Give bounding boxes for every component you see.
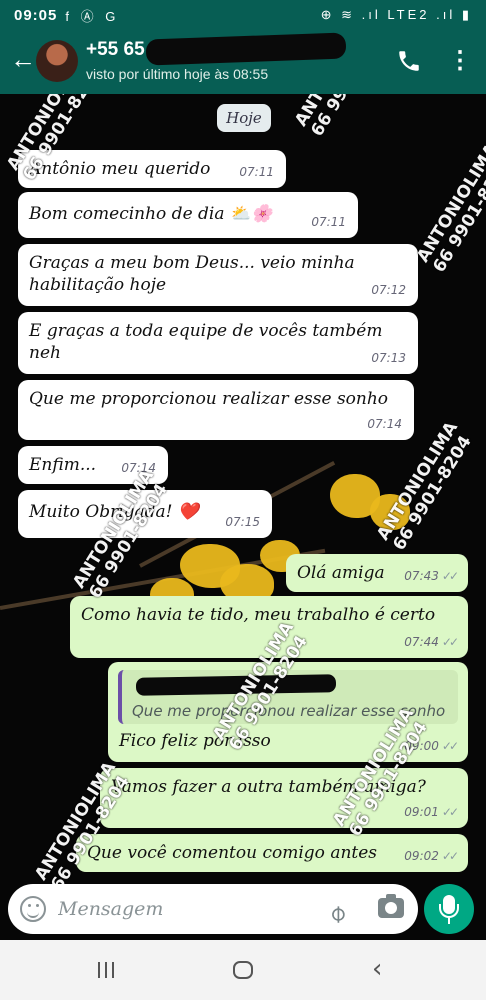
- emoji-icon[interactable]: [20, 896, 46, 922]
- back-arrow-icon[interactable]: ←: [8, 44, 38, 75]
- message-text: E graças a toda equipe de vocês também: [29, 321, 383, 341]
- read-receipt-icon: ✓✓: [441, 569, 459, 583]
- read-receipt-icon: ✓✓: [441, 805, 459, 819]
- message-text: Olá amiga: [297, 563, 385, 583]
- message-time: 07:12: [371, 283, 406, 297]
- message-text: Bom comecinho de dia: [29, 204, 225, 224]
- message-composer: ⌀: [0, 874, 486, 940]
- status-system-icons: ⊕ ≋ .ıl LTE2 .ıl ▮: [320, 7, 472, 22]
- message-text: Que me proporcionou realizar esse sonho: [29, 389, 389, 409]
- contact-name[interactable]: +55 65: [86, 39, 145, 61]
- status-notification-icons: f Ⓐ G: [65, 8, 120, 24]
- message-emoji: ❤️: [177, 502, 200, 522]
- date-chip: Hoje: [217, 104, 271, 132]
- read-receipt-icon: ✓✓: [441, 849, 459, 863]
- back-icon[interactable]: ‹: [372, 954, 382, 984]
- message-text: Graças a meu bom Deus... veio minha: [29, 253, 355, 273]
- message-time: 09:02: [404, 849, 439, 863]
- contact-last-seen: visto por último hoje às 08:55: [86, 66, 269, 82]
- message-time: 07:44: [404, 635, 439, 649]
- message-bubble-outgoing[interactable]: Olá amiga 07:43 ✓✓: [286, 554, 468, 592]
- message-time: 07:15: [225, 515, 260, 529]
- camera-icon[interactable]: [378, 894, 404, 918]
- message-bubble-incoming[interactable]: Que me proporcionou realizar esse sonho …: [18, 380, 414, 440]
- home-icon[interactable]: [233, 961, 253, 979]
- status-bar: 09:05 f Ⓐ G ⊕ ≋ .ıl LTE2 .ıl ▮: [0, 0, 486, 30]
- message-bubble-incoming[interactable]: Graças a meu bom Deus... veio minha habi…: [18, 244, 418, 306]
- message-time: 07:43: [404, 569, 439, 583]
- message-text: Antônio meu querido: [29, 159, 211, 179]
- chat-area[interactable]: Hoje Antônio meu querido 07:11 Bom comec…: [0, 94, 486, 940]
- message-bubble-incoming[interactable]: Antônio meu querido 07:11: [18, 150, 286, 188]
- message-time: 07:11: [311, 215, 346, 229]
- read-receipt-icon: ✓✓: [441, 739, 459, 753]
- message-input[interactable]: [58, 894, 308, 924]
- message-time: 07:13: [371, 351, 406, 365]
- message-bubble-incoming[interactable]: E graças a toda equipe de vocês também n…: [18, 312, 418, 374]
- paperclip-icon[interactable]: ⌀: [322, 890, 360, 928]
- mic-icon-stand: [439, 904, 459, 918]
- voice-record-button[interactable]: [424, 884, 474, 934]
- message-time: 07:14: [367, 417, 402, 431]
- phone-icon[interactable]: [396, 48, 422, 74]
- message-input-container[interactable]: ⌀: [8, 884, 418, 934]
- system-nav-bar: ‹: [0, 940, 486, 1000]
- message-emoji: ⛅🌸: [229, 204, 273, 224]
- message-bubble-incoming[interactable]: Bom comecinho de dia ⛅🌸 07:11: [18, 192, 358, 238]
- message-bubble-outgoing[interactable]: Vamos fazer a outra também amiga? 09:01 ✓…: [100, 768, 468, 828]
- message-text: Enfim...: [29, 455, 97, 475]
- message-text: Que você comentou comigo antes: [87, 843, 378, 863]
- message-text: Como havia te tido, meu trabalho é certo: [81, 605, 436, 625]
- contact-avatar[interactable]: [36, 40, 78, 82]
- message-meta: 09:01 ✓✓: [404, 801, 459, 823]
- more-options-icon[interactable]: ⋮: [448, 48, 472, 74]
- redaction-mark: [145, 32, 347, 66]
- recent-apps-icon[interactable]: [98, 962, 116, 978]
- message-meta: 07:43 ✓✓: [404, 565, 459, 587]
- mic-icon-base: [448, 918, 450, 924]
- watermark: ANTONIOLIMA66 9901-8204: [413, 140, 486, 276]
- status-time: 09:05: [14, 6, 58, 24]
- watermark: ANTONIOLIMA66 9901-8204: [291, 94, 396, 140]
- read-receipt-icon: ✓✓: [441, 635, 459, 649]
- message-meta: 09:02 ✓✓: [404, 845, 459, 867]
- message-content: Bom comecinho de dia ⛅🌸: [29, 203, 272, 225]
- message-meta: 07:44 ✓✓: [404, 631, 459, 653]
- chat-header: ← +55 65 visto por último hoje às 08:55 …: [0, 30, 486, 94]
- message-time: 07:11: [239, 165, 274, 179]
- message-time: 09:01: [404, 805, 439, 819]
- message-text-line2: habilitação hoje: [29, 275, 167, 295]
- message-bubble-outgoing[interactable]: Que você comentou comigo antes 09:02 ✓✓: [76, 834, 468, 872]
- message-text-line2: neh: [29, 343, 61, 363]
